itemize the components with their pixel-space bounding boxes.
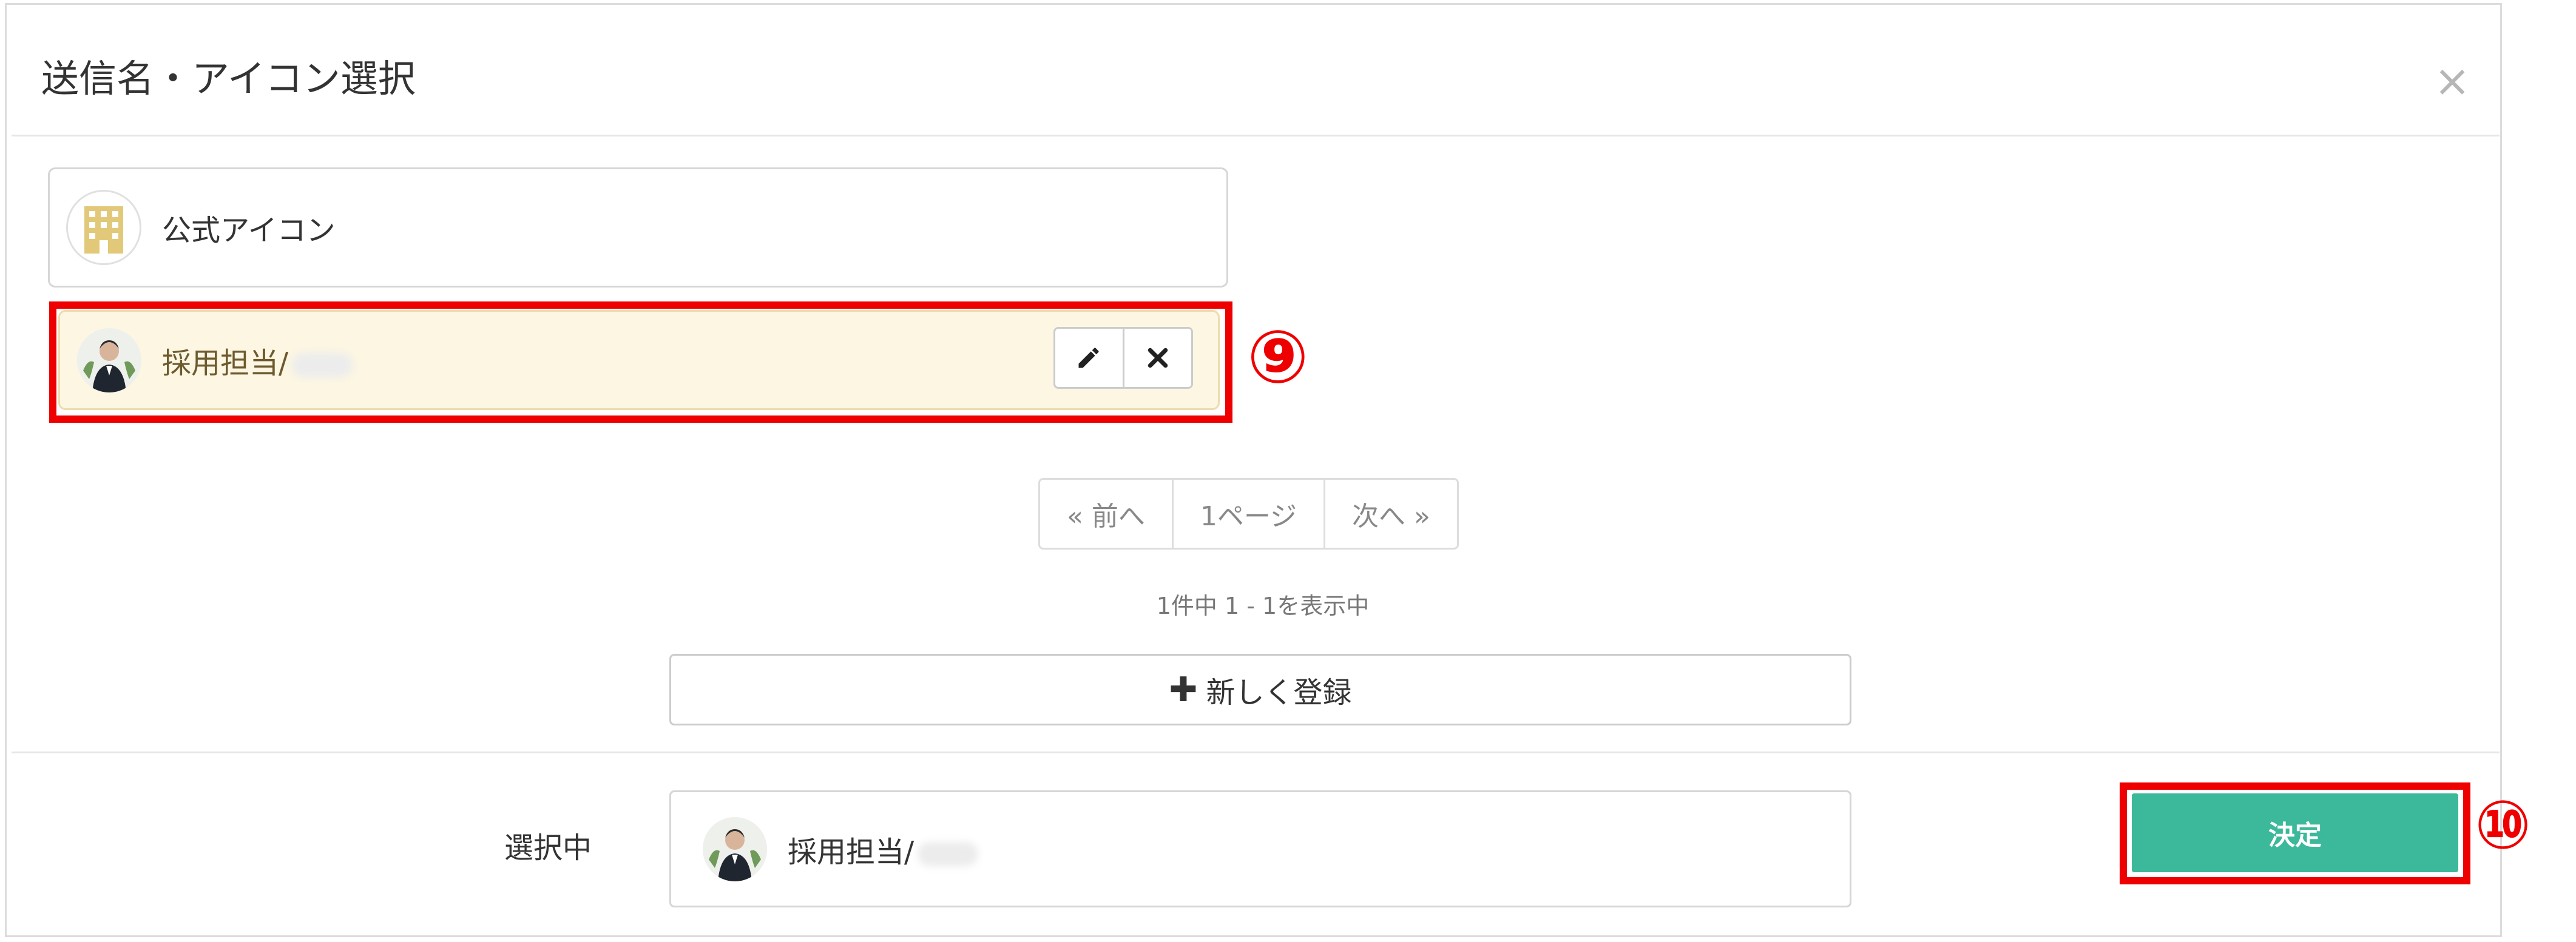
person-avatar	[703, 816, 767, 881]
new-register-button[interactable]: ✚ 新しく登録	[669, 654, 1851, 725]
result-count: 1件中 1 - 1を表示中	[1156, 593, 1370, 619]
selected-value: 採用担当/	[788, 828, 979, 870]
pagination: « 前へ 1ページ 次へ »	[1038, 478, 1459, 550]
header-divider	[12, 135, 2500, 136]
person-avatar	[77, 328, 141, 392]
icon-item-label: 採用担当/	[162, 339, 353, 382]
prev-page-button[interactable]: « 前へ	[1040, 480, 1172, 548]
selected-value-text: 採用担当/	[788, 835, 914, 869]
icon-item-label: 公式アイコン	[162, 214, 336, 247]
item-action-group	[1053, 327, 1193, 389]
blurred-name	[918, 841, 979, 866]
plus-icon: ✚	[1169, 670, 1198, 710]
close-icon	[1148, 348, 1168, 368]
footer-divider	[12, 752, 2500, 753]
confirm-button[interactable]: 決定	[2132, 793, 2458, 872]
building-icon	[66, 190, 141, 265]
delete-button[interactable]	[1122, 329, 1192, 387]
modal-title: 送信名・アイコン選択	[41, 56, 416, 101]
icon-item-label-text: 採用担当/	[162, 346, 289, 380]
current-page[interactable]: 1ページ	[1171, 480, 1323, 548]
callout-9: ⑨	[1247, 315, 1309, 400]
selected-display: 採用担当/	[669, 790, 1851, 907]
icon-item-official[interactable]: 公式アイコン	[48, 167, 1228, 288]
selected-label: 選択中	[504, 831, 592, 865]
pencil-icon	[1078, 348, 1099, 368]
new-register-label: 新しく登録	[1206, 676, 1352, 710]
next-page-button[interactable]: 次へ »	[1323, 480, 1457, 548]
icon-item-recruit[interactable]: 採用担当/	[58, 310, 1220, 410]
blurred-name	[292, 352, 353, 377]
icon-select-modal: 送信名・アイコン選択 × 公式アイコン 採用担当/ « 前へ 1ページ 次へ »…	[5, 3, 2502, 937]
edit-button[interactable]	[1055, 329, 1123, 387]
callout-10: ⑩	[2475, 786, 2532, 864]
close-button[interactable]: ×	[2425, 53, 2480, 108]
